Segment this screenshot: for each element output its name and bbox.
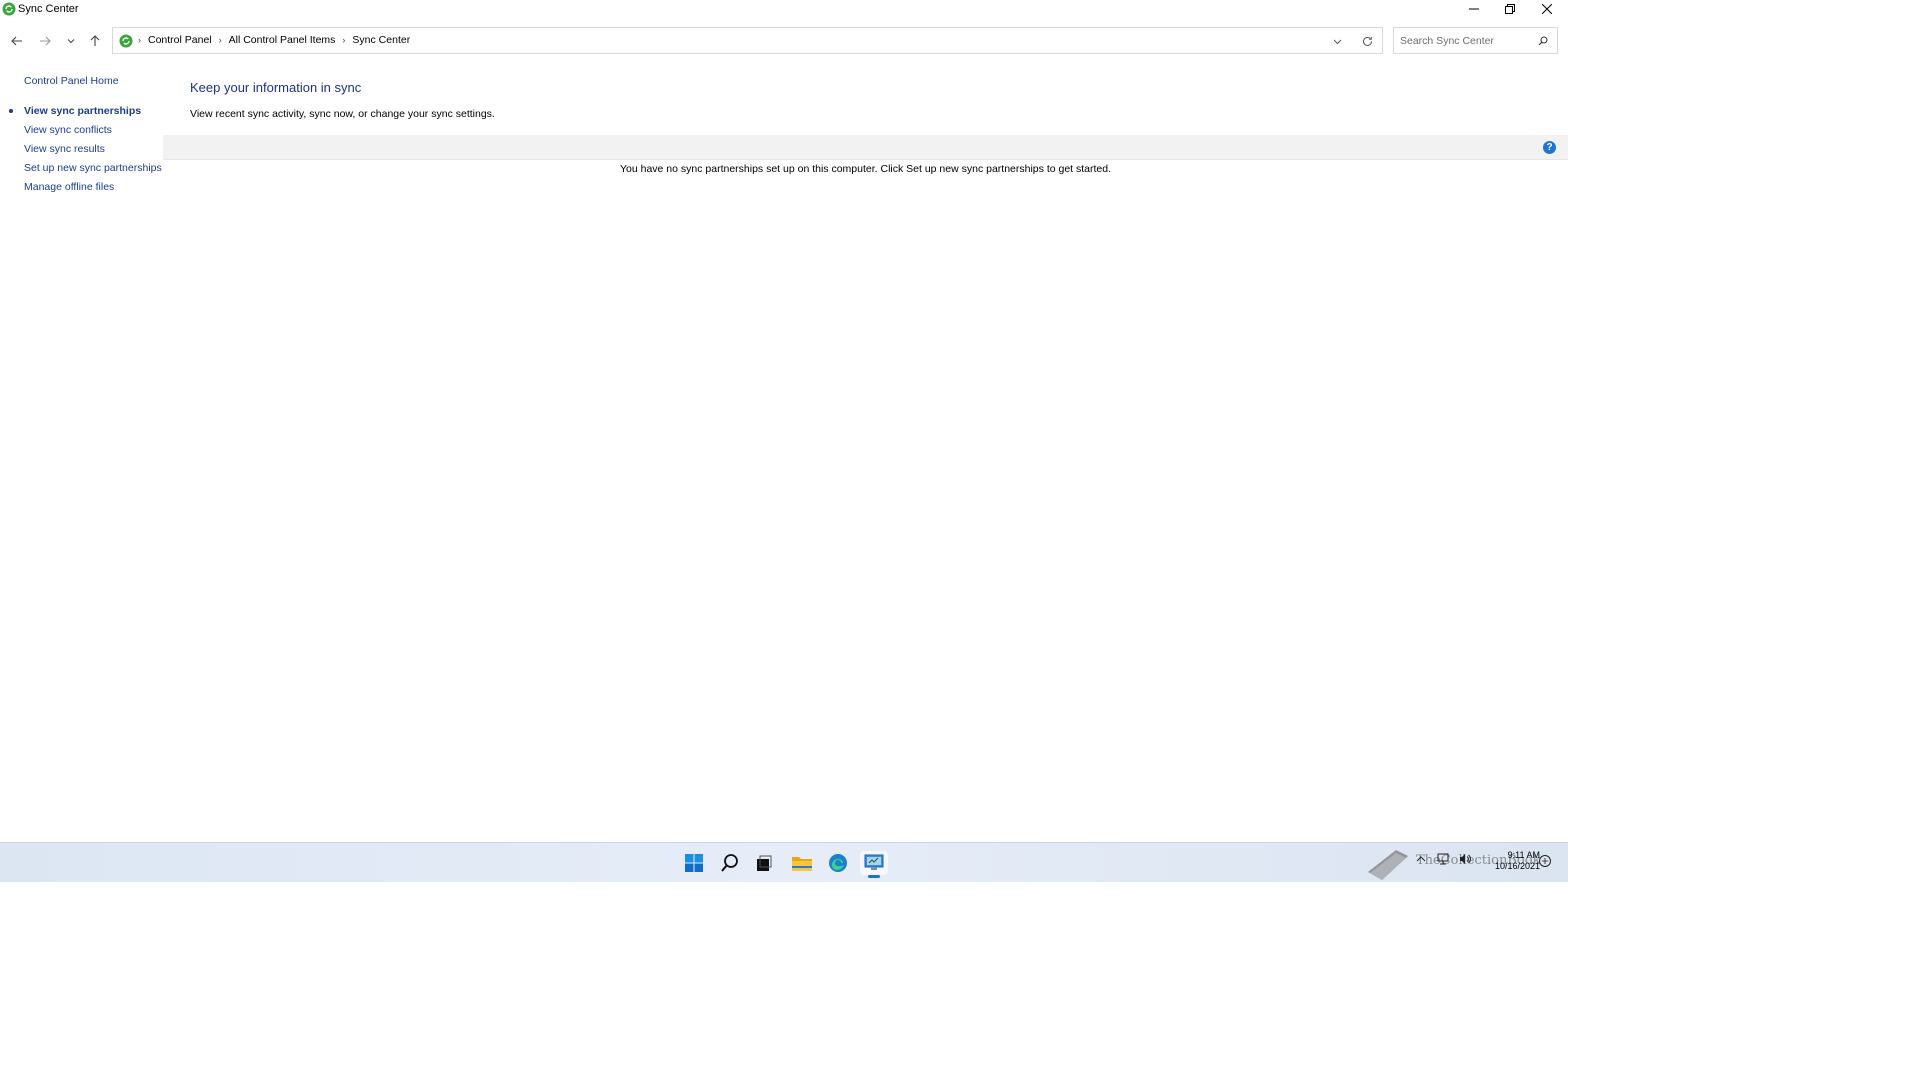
recent-locations-button[interactable] <box>60 31 82 51</box>
control-panel-icon <box>864 854 884 870</box>
sidebar-item-set-up-new-sync-partnerships[interactable]: Set up new sync partnerships <box>24 162 162 174</box>
volume-icon <box>1460 854 1471 864</box>
tray-overflow-button[interactable] <box>1414 852 1428 866</box>
edge-icon <box>829 854 847 872</box>
breadcrumb-all-control-panel-items[interactable]: All Control Panel Items <box>229 34 336 46</box>
chevron-up-icon <box>1416 856 1426 862</box>
control-panel-home-link[interactable]: Control Panel Home <box>24 75 119 87</box>
chevron-down-icon <box>1333 39 1341 44</box>
minimize-button[interactable] <box>1455 0 1492 18</box>
back-button[interactable] <box>6 31 28 51</box>
clock[interactable]: 9:11 AM 10/16/2021 <box>1480 850 1540 872</box>
chevron-right-icon[interactable]: › <box>138 35 141 45</box>
active-bullet-icon <box>9 109 13 113</box>
task-view-button[interactable] <box>752 851 776 875</box>
close-button[interactable] <box>1528 0 1565 18</box>
network-icon <box>1437 853 1449 865</box>
empty-state-message: You have no sync partnerships set up on … <box>619 163 1112 175</box>
chevron-right-icon[interactable]: › <box>219 35 222 45</box>
page-title: Keep your information in sync <box>190 80 362 95</box>
active-app-indicator <box>868 875 880 878</box>
address-history-button[interactable] <box>1329 33 1345 49</box>
search-icon <box>721 854 738 872</box>
breadcrumb-sync-center[interactable]: Sync Center <box>352 34 410 46</box>
page-description: View recent sync activity, sync now, or … <box>190 108 495 120</box>
sidebar-item-manage-offline-files[interactable]: Manage offline files <box>24 181 114 193</box>
start-button[interactable] <box>682 851 706 875</box>
forward-button[interactable] <box>34 31 56 51</box>
taskbar-search-button[interactable] <box>718 851 742 875</box>
chevron-down-icon <box>67 39 75 44</box>
chevron-right-icon[interactable]: › <box>342 35 345 45</box>
system-tray <box>1414 852 1472 866</box>
up-button[interactable] <box>84 31 106 51</box>
network-button[interactable] <box>1436 852 1450 866</box>
control-panel-taskbar-button[interactable] <box>860 851 888 875</box>
windows-start-icon <box>685 854 703 872</box>
file-explorer-button[interactable] <box>790 851 814 875</box>
navigation-bar: › Control Panel › All Control Panel Item… <box>0 27 1568 55</box>
arrow-up-icon <box>90 35 100 46</box>
task-view-icon <box>757 855 772 871</box>
close-icon <box>1541 4 1552 14</box>
sync-center-icon <box>119 34 133 48</box>
refresh-button[interactable] <box>1359 33 1375 49</box>
search-input[interactable] <box>1400 33 1530 49</box>
sync-center-icon <box>2 2 16 16</box>
window-title: Sync Center <box>18 3 79 15</box>
address-bar[interactable]: › Control Panel › All Control Panel Item… <box>112 27 1383 54</box>
title-bar: Sync Center <box>0 0 1568 26</box>
arrow-right-icon <box>40 36 51 46</box>
help-icon[interactable]: ? <box>1543 141 1556 154</box>
sidebar-item-view-sync-conflicts[interactable]: View sync conflicts <box>24 124 112 136</box>
restore-button[interactable] <box>1491 0 1528 18</box>
search-box[interactable] <box>1393 27 1558 54</box>
breadcrumb: › Control Panel › All Control Panel Item… <box>138 34 410 46</box>
sidebar-item-view-sync-partnerships[interactable]: View sync partnerships <box>24 105 141 117</box>
clock-date: 10/16/2021 <box>1494 861 1540 871</box>
taskbar <box>0 842 1568 882</box>
command-bar <box>163 135 1568 160</box>
notification-icon[interactable] <box>1538 854 1552 868</box>
breadcrumb-control-panel[interactable]: Control Panel <box>148 34 212 46</box>
refresh-icon <box>1362 36 1372 46</box>
restore-icon <box>1504 4 1515 14</box>
clock-time: 9:11 AM <box>1507 850 1540 860</box>
sidebar-item-view-sync-results[interactable]: View sync results <box>24 143 105 155</box>
volume-button[interactable] <box>1458 852 1472 866</box>
folder-icon <box>792 857 812 871</box>
arrow-left-icon <box>11 36 22 46</box>
search-icon[interactable] <box>1535 33 1551 49</box>
minimize-icon <box>1468 8 1479 10</box>
edge-browser-button[interactable] <box>826 851 850 875</box>
